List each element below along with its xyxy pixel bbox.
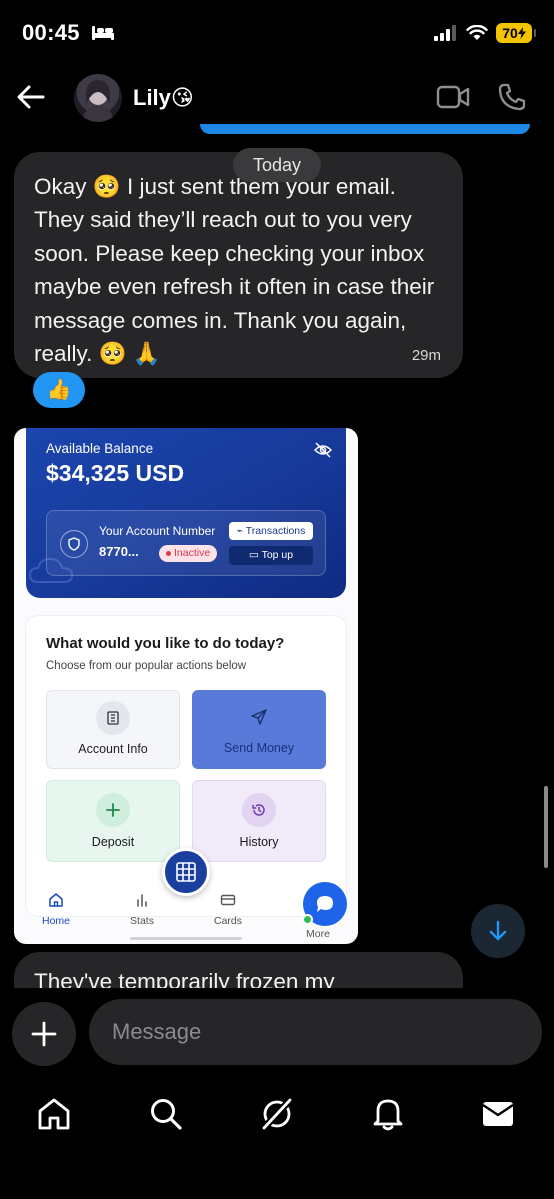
date-separator: Today [233,148,321,182]
search-icon [151,1099,182,1130]
message-bubble[interactable]: They've temporarily frozen my [14,952,463,988]
inbox-icon [482,1102,514,1126]
cloud-decoration-icon [28,556,74,591]
app-tab-bar [0,1082,554,1142]
home-indicator [130,937,242,940]
status-indicators: 70 [434,23,536,43]
home-icon [38,1098,70,1130]
phone-icon [498,83,526,111]
balance-label: Available Balance [46,441,154,456]
credit-card-icon [220,894,236,906]
chat-header: Lily😘 [0,66,554,130]
explore-icon [260,1096,294,1132]
deposit-tile: Deposit [46,780,180,862]
tile-label: Account Info [78,742,148,756]
plus-icon [96,793,130,827]
message-timestamp: 29m [411,347,441,364]
account-number-label: Your Account Number [99,524,216,538]
account-info-tile: Account Info [46,690,180,769]
nav-label: Home [41,915,70,927]
signal-icon [434,25,456,41]
grid-icon [176,862,196,882]
plus-icon [31,1021,57,1047]
voice-call-button[interactable] [497,82,527,117]
transactions-button: ⌁ Transactions [229,522,313,540]
back-button[interactable] [16,82,46,112]
video-call-button[interactable] [436,84,470,115]
message-text: They've temporarily frozen my [34,969,335,988]
online-indicator [302,914,313,925]
message-reaction[interactable]: 👍 [33,372,85,408]
home-icon [49,893,63,907]
tab-search[interactable] [146,1094,186,1134]
shield-icon [60,530,88,558]
nav-label: Cards [213,915,242,927]
balance-card: Available Balance $34,325 USD Your Accou… [26,428,346,598]
nav-cards: Cards [198,892,258,927]
message-input[interactable] [89,999,542,1065]
history-icon [242,793,276,827]
eye-off-icon [313,442,333,463]
status-bar: 00:45 70 [0,0,554,66]
arrow-down-icon [489,920,507,941]
balance-amount: $34,325 USD [46,460,185,486]
battery-level: 70 [502,25,518,41]
top-up-button: ▭ Top up [229,546,313,565]
scroll-to-bottom-button[interactable] [471,904,525,958]
tab-messages[interactable] [478,1094,518,1134]
scrollbar[interactable] [544,786,548,868]
history-tile: History [192,780,326,862]
back-arrow-icon [17,85,45,109]
top-up-button-label: Top up [261,549,294,561]
send-money-tile: Send Money [192,690,326,769]
transactions-button-label: Transactions [245,525,306,537]
previous-message-bubble [200,124,530,134]
tile-label: History [239,835,279,849]
nav-label: More [306,928,330,940]
wifi-icon [466,25,488,40]
nav-more: More [288,928,348,940]
nav-stats: Stats [112,892,172,927]
video-camera-icon [436,85,470,109]
activity-icon: ⌁ [236,525,246,537]
shared-image-message[interactable]: Available Balance $34,325 USD Your Accou… [14,428,358,944]
chat-bubble-icon [317,896,333,912]
nav-home: Home [26,892,86,927]
nav-label: Stats [130,915,154,927]
tab-home[interactable] [34,1094,74,1134]
tile-label: Send Money [223,741,295,755]
bar-chart-icon [137,894,147,907]
status-badge-label: Inactive [174,547,211,559]
card-icon: ▭ [248,549,262,561]
account-box: Your Account Number 8770... Inactive ⌁ T… [46,510,326,576]
sleep-focus-icon [91,24,115,47]
actions-subtitle: Choose from our popular actions below [46,660,247,672]
battery-indicator: 70 [496,23,536,43]
status-dot-icon [166,551,171,556]
message-text: Okay 🥺 I just sent them your email. They… [34,174,435,367]
message-composer [0,996,554,1070]
grid-fab [162,848,210,896]
status-badge: Inactive [159,545,218,562]
tab-explore[interactable] [257,1094,297,1134]
message-bubble[interactable]: Okay 🥺 I just sent them your email. They… [14,152,463,378]
charging-icon [517,27,526,39]
tab-notifications[interactable] [368,1094,408,1134]
building-icon [96,701,130,735]
actions-title: What would you like to do today? [46,635,285,652]
status-time: 00:45 [22,20,80,45]
support-chat-fab [302,882,347,926]
account-number: 8770... [99,544,139,559]
tile-label: Deposit [91,835,135,849]
bell-icon [373,1099,403,1131]
add-attachment-button[interactable] [12,1002,76,1066]
contact-name[interactable]: Lily😘 [133,85,194,111]
send-icon [242,700,276,734]
contact-avatar[interactable] [74,74,122,122]
